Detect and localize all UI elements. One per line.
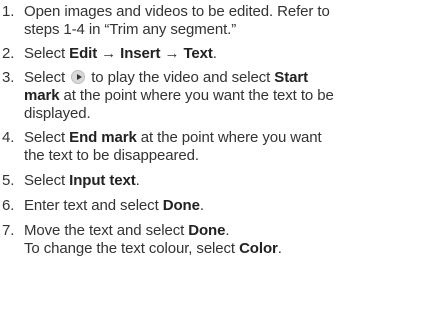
instruction-steps: 1. Open images and videos to be edited. … <box>0 3 433 258</box>
step-number: 3. <box>2 69 15 86</box>
step-text: Enter text and select <box>24 197 163 214</box>
step-text: Select <box>24 45 70 62</box>
step-number: 1. <box>2 3 15 20</box>
step-number: 4. <box>2 129 15 146</box>
step-text: . <box>212 45 217 62</box>
start-label: Start <box>274 69 308 86</box>
step-number: 6. <box>2 197 15 214</box>
menu-edit-label: Edit <box>69 45 98 62</box>
step-2: 2. Select Edit → Insert → Text. <box>0 45 433 63</box>
step-text: . <box>135 172 140 189</box>
color-label: Color <box>239 240 278 257</box>
step-text-line: Open images and videos to be edited. Ref… <box>24 3 330 20</box>
step-text-line: displayed. <box>24 105 91 122</box>
step-number: 5. <box>2 172 15 189</box>
step-1: 1. Open images and videos to be edited. … <box>0 3 433 39</box>
step-text-line: the text to be disappeared. <box>24 147 199 164</box>
menu-insert-label: Insert <box>120 45 161 62</box>
step-text-line: Select to play the video and select Star… <box>24 69 433 87</box>
menu-text-label: Text <box>183 45 213 62</box>
input-text-label: Input text <box>69 172 136 189</box>
done-label: Done <box>162 197 200 214</box>
step-text: Select <box>24 69 70 86</box>
step-text: at the point where you want <box>136 129 322 146</box>
step-text-line: mark at the point where you want the tex… <box>24 87 433 105</box>
done-label: Done <box>188 222 226 239</box>
step-text: To change the text colour, select <box>24 240 240 257</box>
step-text: . <box>225 222 230 239</box>
step-6: 6. Enter text and select Done. <box>0 197 433 215</box>
step-text-line: Select Edit → Insert → Text. <box>24 45 433 63</box>
step-text-line: Move the text and select Done. <box>24 222 433 240</box>
step-text: Move the text and select <box>24 222 189 239</box>
step-text-line: steps 1-4 in “Trim any segment.” <box>24 21 237 38</box>
step-text-line: Select Input text. <box>24 172 433 190</box>
mark-label: mark <box>24 87 60 104</box>
step-text: at the point where you want the text to … <box>59 87 334 104</box>
step-text-line: Enter text and select Done. <box>24 197 433 215</box>
arrow-separator: → <box>97 45 121 62</box>
step-5: 5. Select Input text. <box>0 172 433 190</box>
end-mark-label: End mark <box>69 129 137 146</box>
step-text: Select <box>24 129 70 146</box>
step-text: Select <box>24 172 70 189</box>
step-3: 3. Select to play the video and select S… <box>0 69 433 123</box>
step-4: 4. Select End mark at the point where yo… <box>0 129 433 165</box>
step-number: 2. <box>2 45 15 62</box>
step-7: 7. Move the text and select Done. To cha… <box>0 222 433 258</box>
step-text: to play the video and select <box>87 69 275 86</box>
play-icon <box>71 70 86 84</box>
arrow-separator: → <box>160 45 184 62</box>
step-text-line: Select End mark at the point where you w… <box>24 129 433 147</box>
step-number: 7. <box>2 222 15 239</box>
step-text: . <box>277 240 282 257</box>
step-text-line: To change the text colour, select Color. <box>24 240 433 258</box>
step-text: . <box>199 197 204 214</box>
